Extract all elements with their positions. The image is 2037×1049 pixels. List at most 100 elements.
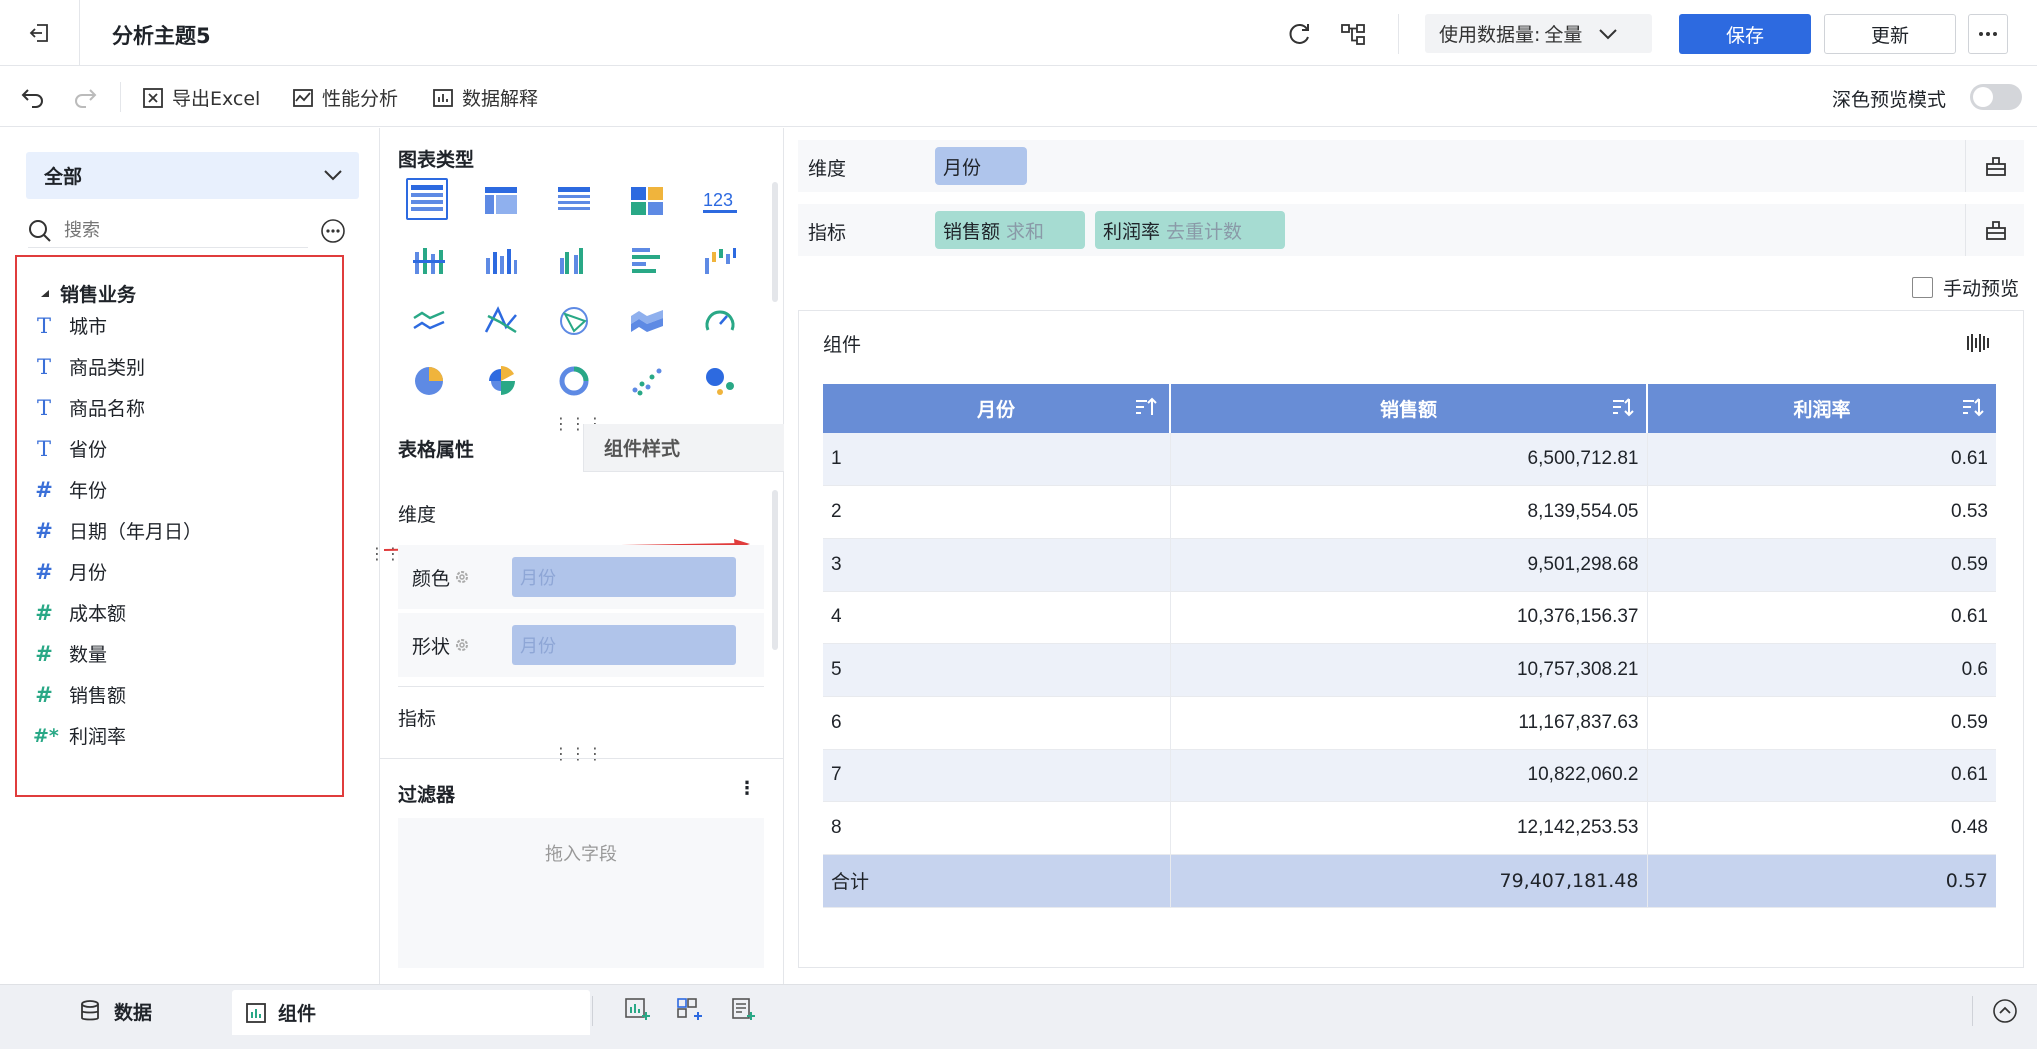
number-field-icon: # bbox=[35, 477, 53, 502]
undo-button[interactable] bbox=[20, 84, 46, 110]
column-header-sales[interactable]: 销售额 bbox=[1170, 384, 1648, 433]
chart-type-cross-table[interactable] bbox=[553, 180, 595, 222]
field-item[interactable]: T 商品名称 bbox=[33, 394, 145, 421]
field-item[interactable]: # 日期（年月日） bbox=[33, 517, 202, 544]
chart-type-bubble[interactable] bbox=[699, 360, 741, 402]
export-excel-button[interactable]: 导出Excel bbox=[142, 84, 260, 111]
redo-button[interactable] bbox=[72, 84, 98, 110]
sort-asc-icon[interactable] bbox=[1135, 397, 1157, 417]
data-volume-select[interactable]: 使用数据量: 全量 bbox=[1425, 14, 1652, 53]
table-cell: 1 bbox=[823, 433, 1171, 487]
dimension-drop-bar[interactable]: 维度 月份 bbox=[798, 140, 2024, 192]
update-button[interactable]: 更新 bbox=[1824, 14, 1956, 54]
kpi-number-icon: 123 bbox=[703, 190, 737, 213]
column-header-month[interactable]: 月份 bbox=[823, 384, 1171, 433]
add-component-icon[interactable] bbox=[625, 998, 651, 1022]
chart-type-kpi[interactable]: 123 bbox=[699, 180, 741, 222]
filter-more-icon[interactable]: ⋮ bbox=[738, 778, 756, 799]
add-dashboard-icon[interactable] bbox=[677, 998, 703, 1022]
chart-type-column[interactable] bbox=[480, 240, 522, 282]
chart-type-waterfall[interactable] bbox=[699, 240, 741, 282]
lineage-button[interactable] bbox=[1338, 20, 1368, 48]
chart-type-bar[interactable] bbox=[626, 240, 668, 282]
divider bbox=[1398, 14, 1399, 54]
metric-pill-profit-rate[interactable]: 利润率 去重计数 bbox=[1095, 211, 1285, 249]
tab-component-style[interactable]: 组件样式 bbox=[583, 424, 784, 472]
clear-icon[interactable] bbox=[1984, 218, 2008, 242]
color-field-pill[interactable]: 月份 bbox=[512, 557, 736, 597]
table-body: 1 6,500,712.81 0.61 2 8,139,554.05 0.53 3 9,501… bbox=[823, 433, 1996, 908]
shape-field-pill[interactable]: 月份 bbox=[512, 625, 736, 665]
scope-value: 全部 bbox=[44, 166, 83, 188]
column-header-profit-rate[interactable]: 利润率 bbox=[1647, 384, 1996, 433]
field-label: 利润率 bbox=[69, 726, 127, 748]
dimension-pill[interactable]: 月份 bbox=[935, 147, 1027, 185]
sort-icon[interactable] bbox=[1612, 397, 1634, 417]
chart-type-radar-line[interactable] bbox=[480, 300, 522, 342]
resize-handle[interactable]: ⋮⋮⋮ bbox=[553, 744, 604, 763]
field-item[interactable]: # 月份 bbox=[33, 558, 107, 585]
color-property-row: 颜色 月份 bbox=[398, 545, 764, 609]
scope-select[interactable]: 全部 bbox=[26, 152, 359, 199]
more-button[interactable] bbox=[1968, 14, 2008, 54]
chart-type-group-table[interactable] bbox=[480, 180, 522, 222]
field-group-header[interactable]: 销售业务 bbox=[40, 280, 136, 307]
data-volume-label: 使用数据量: bbox=[1439, 24, 1541, 46]
performance-analysis-button[interactable]: 性能分析 bbox=[292, 84, 398, 111]
chart-type-detail-table[interactable] bbox=[406, 178, 448, 220]
chart-type-stacked-bar[interactable] bbox=[408, 240, 450, 282]
chart-type-line[interactable] bbox=[408, 300, 450, 342]
chart-type-scatter[interactable] bbox=[626, 360, 668, 402]
field-item[interactable]: # 成本额 bbox=[33, 599, 126, 626]
table-cell: 0.48 bbox=[1647, 801, 1996, 855]
field-item[interactable]: #* 利润率 bbox=[33, 722, 126, 749]
field-item[interactable]: # 年份 bbox=[33, 476, 107, 503]
table-row: 3 9,501,298.68 0.59 bbox=[823, 538, 1996, 592]
add-report-icon[interactable] bbox=[730, 998, 756, 1022]
chart-type-radar[interactable] bbox=[553, 300, 595, 342]
table-cell: 0.53 bbox=[1647, 485, 1996, 539]
field-options-button[interactable] bbox=[320, 218, 346, 244]
data-volume-value: 全量 bbox=[1544, 24, 1583, 46]
refresh-button[interactable] bbox=[1284, 20, 1314, 48]
tab-table-properties[interactable]: 表格属性 bbox=[380, 424, 583, 472]
chart-type-area[interactable] bbox=[626, 300, 668, 342]
scrollbar[interactable] bbox=[772, 490, 778, 650]
metric-pill-name: 销售额 bbox=[943, 220, 1001, 243]
settings-icon[interactable] bbox=[454, 569, 470, 585]
tab-data[interactable]: 数据 bbox=[0, 990, 232, 1032]
manual-preview-option[interactable]: 手动预览 bbox=[1912, 274, 2019, 301]
chart-type-donut[interactable] bbox=[553, 360, 595, 402]
metric-pill-sales[interactable]: 销售额 求和 bbox=[935, 211, 1085, 249]
manual-preview-checkbox[interactable] bbox=[1912, 277, 1933, 298]
field-item[interactable]: # 数量 bbox=[33, 640, 107, 667]
field-item[interactable]: T 城市 bbox=[33, 312, 107, 339]
chart-type-rose[interactable] bbox=[480, 360, 522, 402]
chart-type-dashboard[interactable] bbox=[626, 180, 668, 222]
exit-button[interactable] bbox=[0, 0, 80, 66]
clear-icon[interactable] bbox=[1984, 154, 2008, 178]
dark-mode-toggle[interactable] bbox=[1970, 84, 2022, 110]
filter-drop-zone[interactable]: 拖入字段 bbox=[398, 818, 764, 968]
radar-chart-icon bbox=[560, 307, 588, 335]
field-item[interactable]: # 销售额 bbox=[33, 681, 126, 708]
chart-type-pie[interactable] bbox=[408, 360, 450, 402]
field-item[interactable]: T 商品类别 bbox=[33, 353, 145, 380]
chart-type-gauge[interactable] bbox=[699, 300, 741, 342]
search-input[interactable] bbox=[64, 220, 284, 241]
chart-type-grouped-column[interactable] bbox=[553, 240, 595, 282]
chart-switch-icon[interactable] bbox=[1966, 332, 1990, 354]
data-explain-button[interactable]: 数据解释 bbox=[432, 84, 538, 111]
save-button[interactable]: 保存 bbox=[1679, 14, 1811, 54]
gauge-icon bbox=[705, 310, 735, 331]
tab-component[interactable]: 组件 bbox=[232, 990, 590, 1035]
more-circle-icon bbox=[321, 219, 345, 243]
component-icon bbox=[246, 1002, 266, 1023]
settings-icon[interactable] bbox=[454, 637, 470, 653]
sort-icon[interactable] bbox=[1962, 397, 1984, 417]
collapse-up-icon[interactable] bbox=[1992, 998, 2018, 1024]
metric-drop-bar[interactable]: 指标 销售额 求和 利润率 去重计数 bbox=[798, 204, 2024, 256]
scrollbar[interactable] bbox=[772, 182, 778, 302]
field-item[interactable]: T 省份 bbox=[33, 435, 107, 462]
table-cell: 3 bbox=[823, 538, 1171, 592]
